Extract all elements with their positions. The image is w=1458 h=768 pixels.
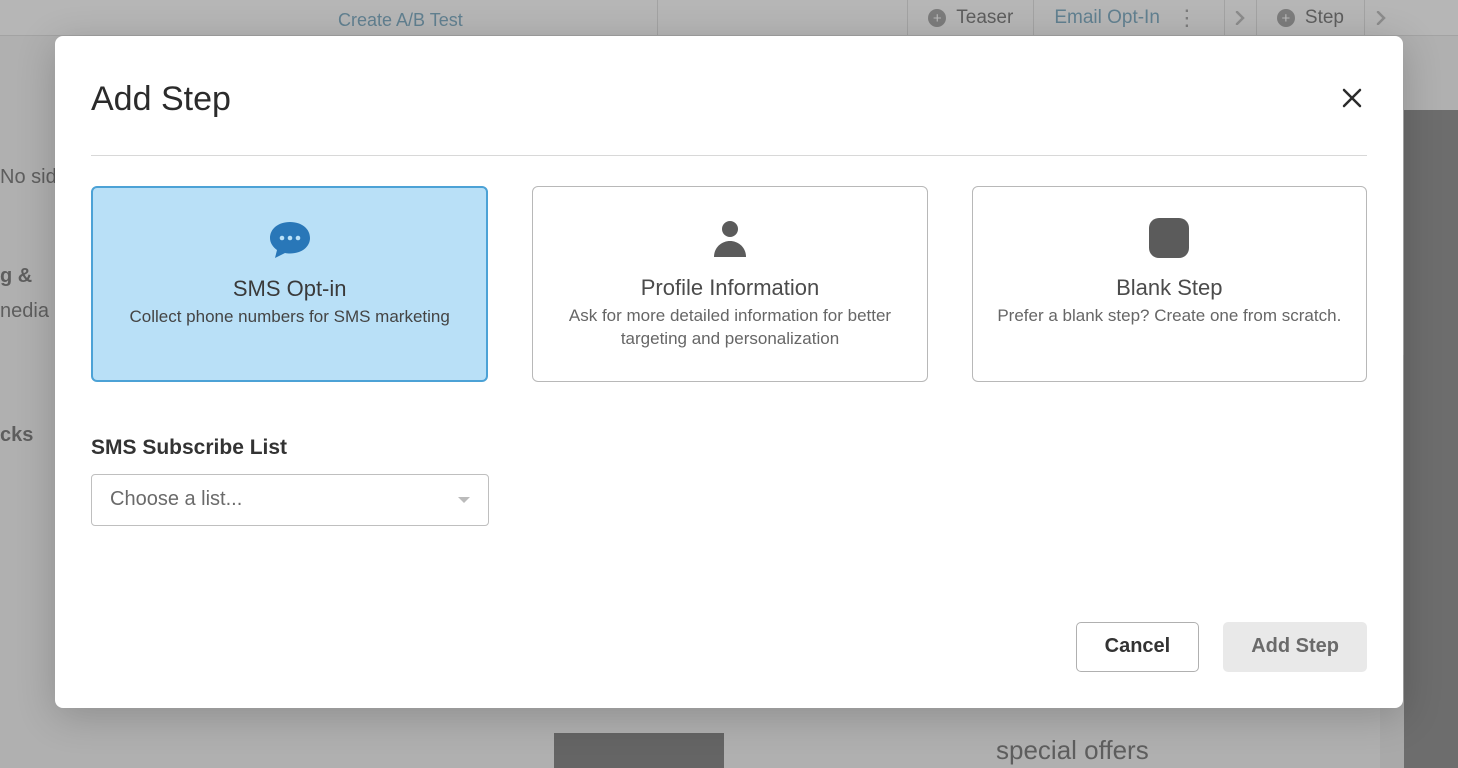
option-profile-title: Profile Information bbox=[641, 275, 820, 301]
modal-footer: Cancel Add Step bbox=[91, 622, 1367, 672]
add-step-modal: Add Step SMS Opt-in Collect phone number… bbox=[55, 36, 1403, 708]
person-icon bbox=[710, 215, 750, 261]
modal-title: Add Step bbox=[91, 80, 231, 119]
option-sms-optin[interactable]: SMS Opt-in Collect phone numbers for SMS… bbox=[91, 186, 488, 382]
close-button[interactable] bbox=[1337, 82, 1367, 118]
sms-subscribe-section: SMS Subscribe List Choose a list... bbox=[91, 436, 1367, 526]
add-step-button[interactable]: Add Step bbox=[1223, 622, 1367, 672]
blank-square-icon bbox=[1147, 215, 1191, 261]
option-sms-desc: Collect phone numbers for SMS marketing bbox=[130, 306, 450, 329]
sms-subscribe-dropdown[interactable]: Choose a list... bbox=[91, 474, 489, 526]
option-sms-title: SMS Opt-in bbox=[233, 276, 347, 302]
close-icon bbox=[1341, 87, 1363, 109]
option-blank-desc: Prefer a blank step? Create one from scr… bbox=[997, 305, 1341, 328]
speech-bubble-icon bbox=[266, 216, 314, 262]
step-type-options: SMS Opt-in Collect phone numbers for SMS… bbox=[91, 186, 1367, 382]
option-blank-step[interactable]: Blank Step Prefer a blank step? Create o… bbox=[972, 186, 1367, 382]
option-profile-info[interactable]: Profile Information Ask for more detaile… bbox=[532, 186, 927, 382]
chevron-down-icon bbox=[458, 497, 470, 503]
cancel-button[interactable]: Cancel bbox=[1076, 622, 1200, 672]
dropdown-placeholder: Choose a list... bbox=[110, 488, 242, 511]
sms-subscribe-label: SMS Subscribe List bbox=[91, 436, 1367, 460]
option-blank-title: Blank Step bbox=[1116, 275, 1222, 301]
option-profile-desc: Ask for more detailed information for be… bbox=[557, 305, 902, 351]
modal-header: Add Step bbox=[91, 80, 1367, 156]
